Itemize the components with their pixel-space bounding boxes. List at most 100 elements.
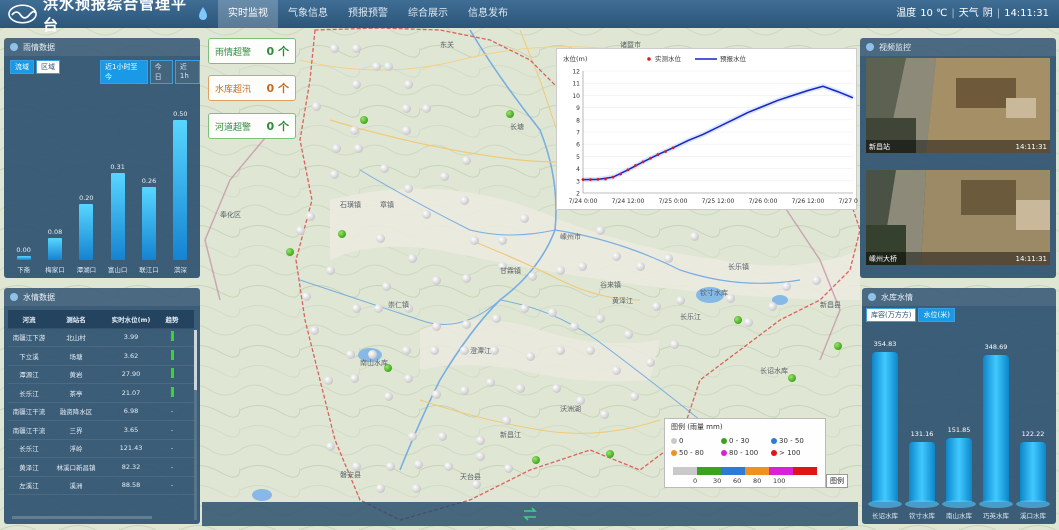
rain-station-marker[interactable]	[324, 376, 333, 385]
rain-filter-1h[interactable]: 近1h	[174, 60, 201, 84]
rain-station-marker[interactable]	[612, 366, 621, 375]
rain-station-marker[interactable]	[664, 254, 673, 263]
rain-station-marker[interactable]	[492, 314, 501, 323]
rain-station-marker[interactable]	[376, 234, 385, 243]
rain-filter-1h-now[interactable]: 近1小时至今	[100, 60, 148, 84]
rain-bar[interactable]: 0.20	[75, 194, 97, 260]
rain-station-marker[interactable]	[476, 452, 485, 461]
rain-station-marker[interactable]	[372, 62, 381, 71]
rain-station-marker[interactable]	[612, 252, 621, 261]
table-row[interactable]: 长乐江 茶亭 21.07	[8, 384, 194, 403]
video-feed[interactable]: 嵊州大桥 14:11:31	[866, 170, 1050, 265]
rain-station-marker[interactable]	[350, 374, 359, 383]
rain-station-marker[interactable]	[432, 276, 441, 285]
rain-station-marker[interactable]	[352, 80, 361, 89]
table-row[interactable]: 下立溪 场塘 3.62	[8, 347, 194, 366]
rain-station-marker[interactable]	[504, 464, 513, 473]
rain-station-marker[interactable]	[432, 390, 441, 399]
rain-station-marker[interactable]	[422, 210, 431, 219]
legend-toggle-button[interactable]: 图例	[826, 474, 848, 488]
rain-station-marker[interactable]	[520, 214, 529, 223]
rain-station-marker[interactable]	[528, 272, 537, 281]
rain-station-marker[interactable]	[462, 274, 471, 283]
rain-station-marker[interactable]	[306, 212, 315, 221]
rain-station-marker-active[interactable]	[788, 374, 796, 382]
rain-station-marker[interactable]	[570, 322, 579, 331]
rain-station-marker[interactable]	[332, 144, 341, 153]
rain-station-marker-active[interactable]	[532, 456, 540, 464]
rain-bar[interactable]: 0.50	[169, 110, 191, 260]
rain-station-marker[interactable]	[676, 296, 685, 305]
rain-station-marker[interactable]	[376, 484, 385, 493]
rain-station-marker[interactable]	[490, 346, 499, 355]
rain-station-marker[interactable]	[586, 346, 595, 355]
rain-station-marker[interactable]	[382, 282, 391, 291]
rain-station-marker[interactable]	[556, 266, 565, 275]
rain-station-marker[interactable]	[462, 156, 471, 165]
rain-station-marker[interactable]	[346, 350, 355, 359]
table-row[interactable]: 南疆江下游 北山村 3.99	[8, 329, 194, 347]
horizontal-scrollbar[interactable]	[12, 516, 152, 519]
rain-station-marker[interactable]	[578, 262, 587, 271]
rain-station-marker[interactable]	[402, 104, 411, 113]
alert-box[interactable]: 水库超汛 0 个	[208, 75, 296, 101]
rain-station-marker[interactable]	[296, 226, 305, 235]
rain-station-marker[interactable]	[498, 236, 507, 245]
reservoir-tank[interactable]: 122.22	[1016, 430, 1050, 508]
rain-station-marker[interactable]	[744, 318, 753, 327]
rain-station-marker[interactable]	[402, 126, 411, 135]
rain-station-marker[interactable]	[768, 302, 777, 311]
rain-station-marker[interactable]	[432, 322, 441, 331]
rain-station-marker[interactable]	[404, 80, 413, 89]
table-row[interactable]: 潭源江 黄岩 27.90	[8, 366, 194, 384]
rain-station-marker[interactable]	[384, 392, 393, 401]
rain-tab-basin[interactable]: 流域	[10, 60, 34, 74]
rain-station-marker[interactable]	[444, 462, 453, 471]
rain-station-marker[interactable]	[374, 304, 383, 313]
rain-station-marker[interactable]	[404, 184, 413, 193]
table-row[interactable]: 南疆江干流 三界 3.65 -	[8, 421, 194, 440]
rain-station-marker[interactable]	[486, 378, 495, 387]
rain-station-marker[interactable]	[384, 62, 393, 71]
swap-icon[interactable]	[522, 507, 538, 521]
rain-station-marker[interactable]	[556, 346, 565, 355]
table-row[interactable]: 左溪江 溪洲 88.58 -	[8, 477, 194, 495]
rain-station-marker[interactable]	[646, 358, 655, 367]
rain-station-marker[interactable]	[520, 304, 529, 313]
scrollbar-thumb[interactable]	[194, 330, 197, 390]
table-scrollbar[interactable]	[194, 330, 197, 520]
reservoir-tank[interactable]: 354.83	[868, 340, 902, 508]
rain-station-marker[interactable]	[470, 236, 479, 245]
rain-station-marker[interactable]	[460, 346, 469, 355]
rain-station-marker[interactable]	[422, 104, 431, 113]
rain-station-marker-active[interactable]	[734, 316, 742, 324]
rain-station-marker-active[interactable]	[834, 342, 842, 350]
rain-station-marker[interactable]	[414, 460, 423, 469]
rain-station-marker[interactable]	[440, 172, 449, 181]
rain-station-marker[interactable]	[380, 164, 389, 173]
reservoir-tank[interactable]: 348.69	[979, 343, 1013, 508]
rain-station-marker-active[interactable]	[286, 248, 294, 256]
rain-station-marker[interactable]	[552, 384, 561, 393]
rain-station-marker[interactable]	[312, 102, 321, 111]
table-row[interactable]: 长乐江 浮岭 121.43 -	[8, 440, 194, 458]
rain-station-marker[interactable]	[330, 44, 339, 53]
rain-station-marker[interactable]	[402, 346, 411, 355]
rain-station-marker[interactable]	[624, 330, 633, 339]
rain-station-marker[interactable]	[670, 340, 679, 349]
rain-station-marker[interactable]	[690, 232, 699, 241]
nav-item[interactable]: 气象信息	[278, 0, 338, 28]
rain-station-marker[interactable]	[600, 410, 609, 419]
nav-item[interactable]: 信息发布	[458, 0, 518, 28]
rain-bar[interactable]: 0.26	[138, 177, 160, 260]
rain-station-marker[interactable]	[782, 282, 791, 291]
rain-filter-today[interactable]: 今日	[149, 60, 173, 84]
rain-station-marker[interactable]	[354, 144, 363, 153]
rain-station-marker[interactable]	[548, 308, 557, 317]
rain-station-marker[interactable]	[350, 126, 359, 135]
rain-bar[interactable]: 0.31	[107, 163, 129, 260]
rain-station-marker[interactable]	[476, 436, 485, 445]
video-feed[interactable]: 新昌站 14:11:31	[866, 58, 1050, 153]
rain-station-marker[interactable]	[408, 432, 417, 441]
nav-item[interactable]: 综合展示	[398, 0, 458, 28]
